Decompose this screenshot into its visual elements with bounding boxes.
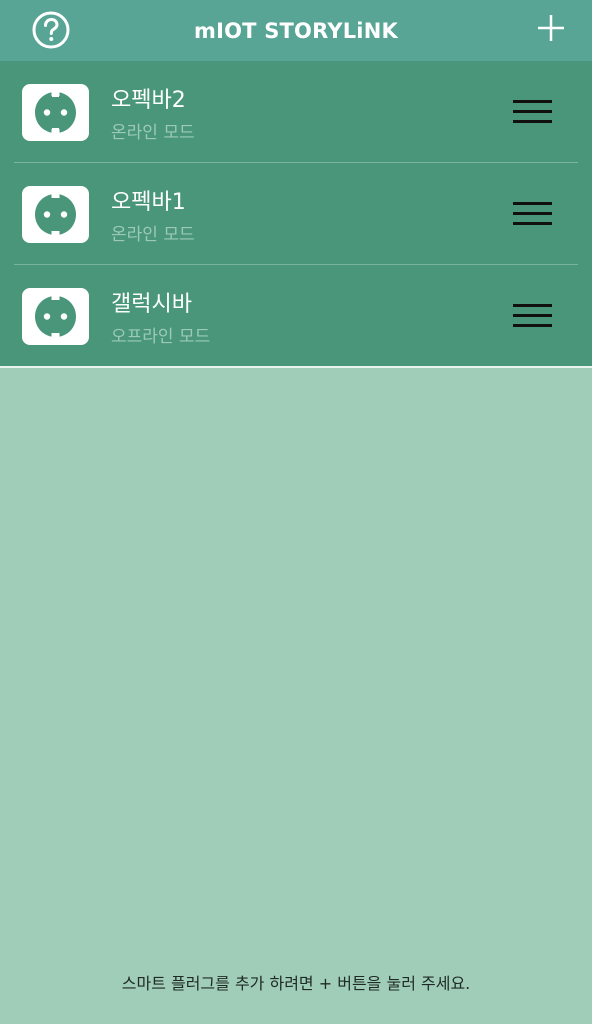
device-status: 온라인 모드 <box>111 225 195 245</box>
app-header: mIOT STORYLiNK <box>0 0 592 61</box>
device-status: 온라인 모드 <box>111 123 195 143</box>
help-button[interactable] <box>31 10 71 50</box>
device-status: 오프라인 모드 <box>111 327 211 347</box>
add-device-hint: 스마트 플러그를 추가 하려면 + 버튼을 눌러 주세요. <box>121 974 471 993</box>
device-list: 오펙바2 온라인 모드 오펙바1 온라인 모드 갤럭시바 오프라인 모드 <box>0 61 592 368</box>
device-name: 오펙바2 <box>111 88 186 113</box>
power-outlet-icon <box>22 186 89 243</box>
device-row[interactable]: 오펙바2 온라인 모드 <box>14 61 578 163</box>
plus-icon <box>538 15 564 41</box>
question-circle-icon <box>32 11 70 49</box>
app-title: mIOT STORYLiNK <box>194 18 398 43</box>
power-outlet-icon <box>22 288 89 345</box>
add-device-button[interactable] <box>536 13 566 43</box>
power-outlet-icon <box>22 84 89 141</box>
device-name: 오펙바1 <box>111 190 186 215</box>
device-name: 갤럭시바 <box>111 292 192 317</box>
reorder-handle-icon[interactable] <box>513 304 552 328</box>
device-row[interactable]: 갤럭시바 오프라인 모드 <box>14 265 578 368</box>
device-row[interactable]: 오펙바1 온라인 모드 <box>14 163 578 265</box>
app-screen: mIOT STORYLiNK 오펙바2 온라인 모드 오펙바1 온라인 모드 갤… <box>0 0 592 1024</box>
reorder-handle-icon[interactable] <box>513 202 552 226</box>
reorder-handle-icon[interactable] <box>513 100 552 124</box>
